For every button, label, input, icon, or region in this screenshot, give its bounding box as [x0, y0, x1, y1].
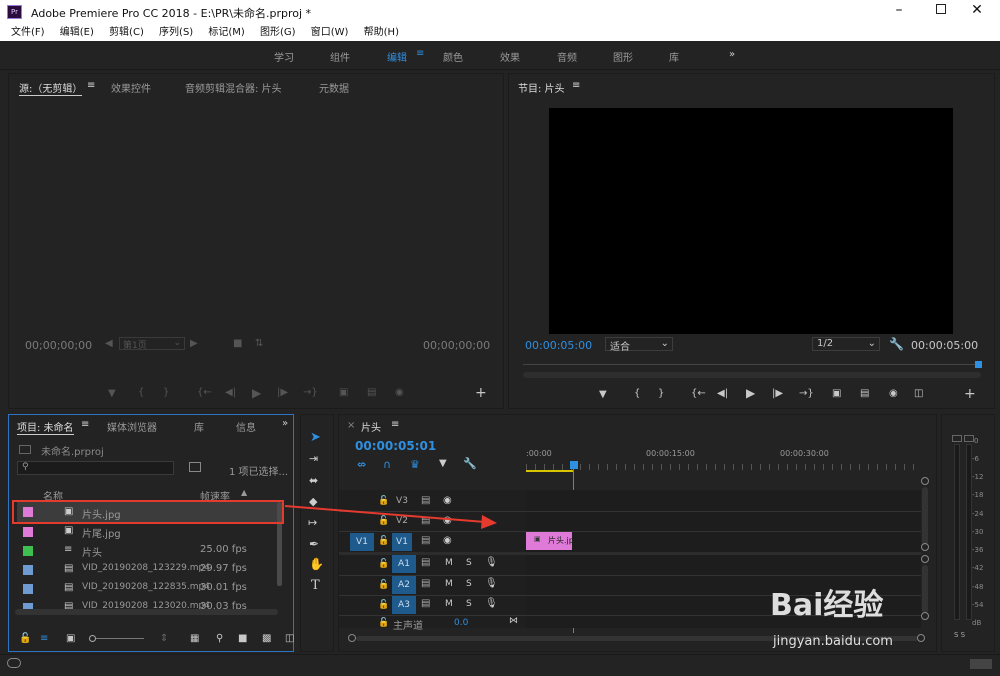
baidu-watermark-url: jingyan.baidu.com	[773, 634, 893, 649]
annotation-arrow	[284, 505, 497, 529]
baidu-watermark-logo: Bai经验	[770, 588, 884, 623]
